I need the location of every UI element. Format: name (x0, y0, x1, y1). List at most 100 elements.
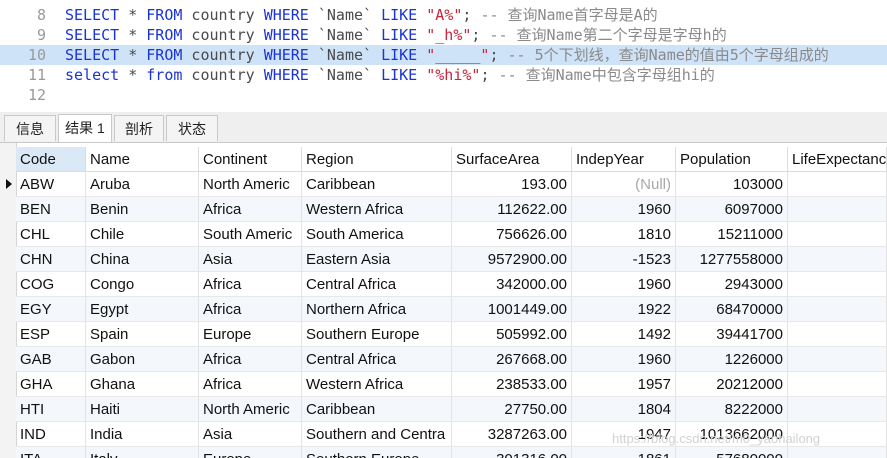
cell-lifeexpectanc[interactable] (788, 247, 887, 272)
cell-lifeexpectanc[interactable] (788, 347, 887, 372)
cell-surfacearea[interactable]: 193.00 (452, 172, 572, 197)
table-row[interactable]: ESP Spain Europe Southern Europe 505992.00 14… (16, 322, 887, 347)
cell-indepyear[interactable]: 1960 (572, 197, 676, 222)
cell-name[interactable]: Italy (86, 447, 199, 458)
cell-region[interactable]: Southern Europe (302, 447, 452, 458)
cell-name[interactable]: Congo (86, 272, 199, 297)
cell-lifeexpectanc[interactable] (788, 172, 887, 197)
cell-name[interactable]: China (86, 247, 199, 272)
cell-surfacearea[interactable]: 267668.00 (452, 347, 572, 372)
cell-population[interactable]: 2943000 (676, 272, 788, 297)
cell-name[interactable]: Ghana (86, 372, 199, 397)
cell-continent[interactable]: Africa (199, 197, 302, 222)
cell-region[interactable]: Northern Africa (302, 297, 452, 322)
cell-continent[interactable]: North Americ (199, 172, 302, 197)
cell-region[interactable]: Western Africa (302, 372, 452, 397)
cell-population[interactable]: 15211000 (676, 222, 788, 247)
cell-region[interactable]: Central Africa (302, 272, 452, 297)
code-line-12[interactable]: 12 (0, 85, 887, 105)
cell-lifeexpectanc[interactable] (788, 297, 887, 322)
cell-lifeexpectanc[interactable] (788, 447, 887, 458)
cell-continent[interactable]: Africa (199, 347, 302, 372)
cell-population[interactable]: 8222000 (676, 397, 788, 422)
cell-code[interactable]: ITA (16, 447, 86, 458)
tab-2[interactable]: 剖析 (114, 115, 164, 141)
cell-continent[interactable]: Europe (199, 447, 302, 458)
cell-population[interactable]: 1277558000 (676, 247, 788, 272)
table-row[interactable]: HTI Haiti North Americ Caribbean 27750.00 180… (16, 397, 887, 422)
cell-lifeexpectanc[interactable] (788, 197, 887, 222)
code-line-9[interactable]: 9 SELECT * FROM country WHERE `Name` LIKE… (0, 25, 887, 45)
cell-surfacearea[interactable]: 3287263.00 (452, 422, 572, 447)
cell-continent[interactable]: Europe (199, 322, 302, 347)
cell-code[interactable]: ESP (16, 322, 86, 347)
code-line-11[interactable]: 11 select * from country WHERE `Name` LIK… (0, 65, 887, 85)
table-row[interactable]: BEN Benin Africa Western Africa 112622.00 196… (16, 197, 887, 222)
cell-lifeexpectanc[interactable] (788, 322, 887, 347)
column-header-lifeexpectanc[interactable]: LifeExpectanc (788, 147, 887, 172)
cell-continent[interactable]: North Americ (199, 397, 302, 422)
cell-region[interactable]: Western Africa (302, 197, 452, 222)
table-row[interactable]: COG Congo Africa Central Africa 342000.00 196… (16, 272, 887, 297)
column-header-code[interactable]: Code (16, 147, 86, 172)
code-text[interactable]: SELECT * FROM country WHERE `Name` LIKE … (65, 45, 829, 65)
cell-continent[interactable]: Africa (199, 297, 302, 322)
cell-region[interactable]: Eastern Asia (302, 247, 452, 272)
column-header-name[interactable]: Name (86, 147, 199, 172)
table-row[interactable]: CHN China Asia Eastern Asia 9572900.00 -1523 1… (16, 247, 887, 272)
code-line-8[interactable]: 8 SELECT * FROM country WHERE `Name` LIKE… (0, 5, 887, 25)
cell-indepyear[interactable]: 1960 (572, 272, 676, 297)
table-row[interactable]: GAB Gabon Africa Central Africa 267668.00 196… (16, 347, 887, 372)
table-row[interactable]: ABW Aruba North Americ Caribbean 193.00 (Null… (16, 172, 887, 197)
row-selector-gutter[interactable] (0, 143, 17, 458)
cell-code[interactable]: BEN (16, 197, 86, 222)
cell-population[interactable]: 39441700 (676, 322, 788, 347)
cell-population[interactable]: 68470000 (676, 297, 788, 322)
result-grid[interactable]: Code Name Continent Region SurfaceArea IndepY… (0, 143, 887, 458)
cell-code[interactable]: COG (16, 272, 86, 297)
cell-region[interactable]: Caribbean (302, 172, 452, 197)
cell-indepyear[interactable]: 1922 (572, 297, 676, 322)
column-header-surfacearea[interactable]: SurfaceArea (452, 147, 572, 172)
cell-surfacearea[interactable]: 238533.00 (452, 372, 572, 397)
cell-continent[interactable]: Africa (199, 372, 302, 397)
cell-indepyear[interactable]: 1804 (572, 397, 676, 422)
cell-indepyear[interactable]: (Null) (572, 172, 676, 197)
table-row[interactable]: CHL Chile South Americ South America 756626.… (16, 222, 887, 247)
cell-code[interactable]: GAB (16, 347, 86, 372)
cell-continent[interactable]: Asia (199, 422, 302, 447)
cell-name[interactable]: Gabon (86, 347, 199, 372)
cell-code[interactable]: HTI (16, 397, 86, 422)
cell-indepyear[interactable]: 1492 (572, 322, 676, 347)
cell-population[interactable]: 6097000 (676, 197, 788, 222)
cell-region[interactable]: Southern and Centra (302, 422, 452, 447)
code-text[interactable]: SELECT * FROM country WHERE `Name` LIKE … (65, 5, 658, 25)
cell-continent[interactable]: Africa (199, 272, 302, 297)
cell-region[interactable]: Central Africa (302, 347, 452, 372)
column-header-continent[interactable]: Continent (199, 147, 302, 172)
cell-population[interactable]: 1226000 (676, 347, 788, 372)
cell-name[interactable]: Spain (86, 322, 199, 347)
table-row[interactable]: ITAItalyEuropeSouthern Europe301316.0018… (16, 447, 887, 458)
cell-indepyear[interactable]: 1957 (572, 372, 676, 397)
column-header-population[interactable]: Population (676, 147, 788, 172)
cell-surfacearea[interactable]: 756626.00 (452, 222, 572, 247)
cell-code[interactable]: ABW (16, 172, 86, 197)
column-header-region[interactable]: Region (302, 147, 452, 172)
tab-3[interactable]: 状态 (166, 115, 218, 141)
cell-surfacearea[interactable]: 1001449.00 (452, 297, 572, 322)
cell-continent[interactable]: Asia (199, 247, 302, 272)
cell-name[interactable]: Egypt (86, 297, 199, 322)
code-text[interactable]: select * from country WHERE `Name` LIKE … (65, 65, 715, 85)
cell-code[interactable]: GHA (16, 372, 86, 397)
code-text[interactable]: SELECT * FROM country WHERE `Name` LIKE … (65, 25, 727, 45)
column-header-indepyear[interactable]: IndepYear (572, 147, 676, 172)
cell-indepyear[interactable]: 1960 (572, 347, 676, 372)
cell-population[interactable]: 57680000 (676, 447, 788, 458)
cell-name[interactable]: Chile (86, 222, 199, 247)
code-line-10[interactable]: 10 SELECT * FROM country WHERE `Name` LIK… (0, 45, 887, 65)
cell-code[interactable]: CHL (16, 222, 86, 247)
sql-editor[interactable]: 8 SELECT * FROM country WHERE `Name` LIKE… (0, 0, 887, 112)
cell-region[interactable]: Caribbean (302, 397, 452, 422)
cell-indepyear[interactable]: 1810 (572, 222, 676, 247)
